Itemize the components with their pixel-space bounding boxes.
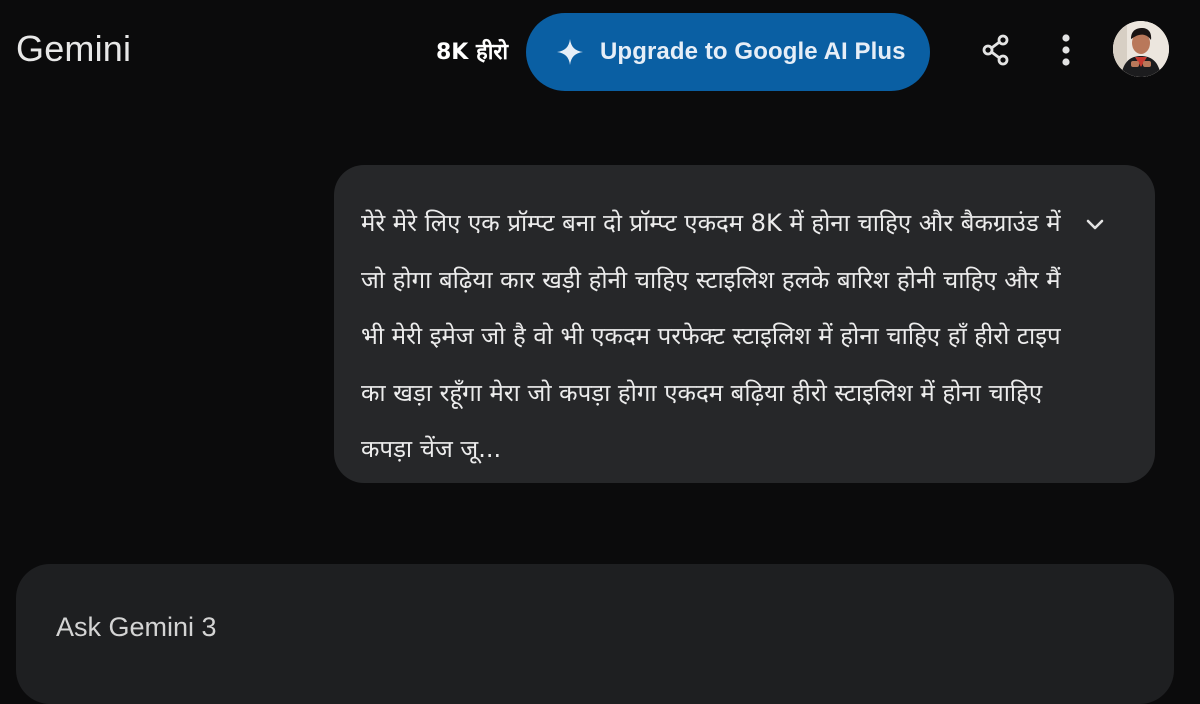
- app-title[interactable]: Gemini: [16, 28, 131, 70]
- share-button[interactable]: [972, 28, 1020, 76]
- expand-message-button[interactable]: [1075, 205, 1115, 245]
- user-message-text: मेरे मेरे लिए एक प्रॉम्प्ट बना दो प्रॉम्…: [361, 209, 1061, 463]
- chat-title[interactable]: 8K हीरो: [436, 36, 536, 66]
- user-message-bubble: मेरे मेरे लिए एक प्रॉम्प्ट बना दो प्रॉम्…: [334, 165, 1155, 483]
- chevron-down-icon: [1086, 216, 1104, 235]
- sparkle-icon: [556, 38, 584, 66]
- top-bar: Gemini 8K हीरो Upgrade to Google AI Plus: [0, 0, 1200, 110]
- more-options-button[interactable]: [1042, 28, 1090, 76]
- more-vert-icon: [1061, 33, 1071, 71]
- prompt-input[interactable]: Ask Gemini 3: [16, 564, 1174, 704]
- share-icon: [981, 34, 1011, 70]
- upgrade-label: Upgrade to Google AI Plus: [600, 38, 906, 65]
- prompt-placeholder: Ask Gemini 3: [56, 612, 217, 642]
- user-avatar[interactable]: [1113, 21, 1169, 77]
- upgrade-button[interactable]: Upgrade to Google AI Plus: [526, 13, 930, 91]
